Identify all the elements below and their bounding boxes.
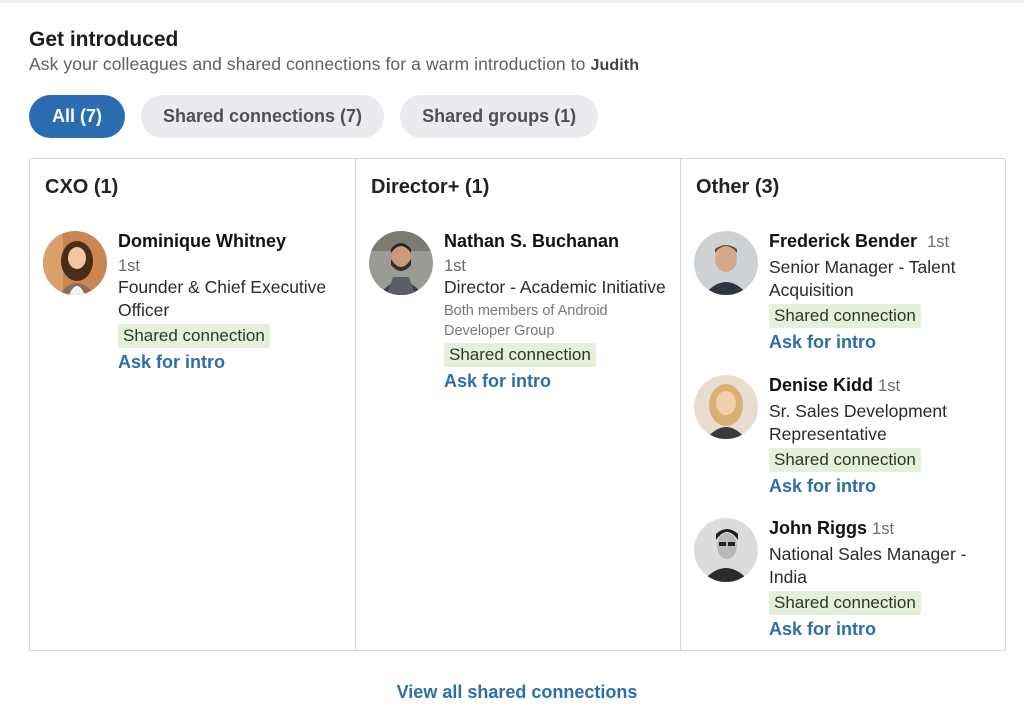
avatar[interactable] [694,231,758,295]
person-info: Frederick Bender 1st Senior Manager - Ta… [769,231,994,354]
person-role: Senior Manager - Talent Acquisition [769,257,956,300]
person-role: National Sales Manager - India [769,544,967,587]
filter-tabs: All (7) Shared connections (7) Shared gr… [29,95,599,138]
column-title: Other (3) [696,176,780,198]
connection-degree: 1st [118,257,141,275]
person-info: Nathan S. Buchanan 1st Director - Academ… [444,231,669,393]
avatar[interactable] [694,518,758,582]
person-role: Director - Academic Initiative [444,277,666,297]
person-info: Denise Kidd 1st Sr. Sales Development Re… [769,375,994,498]
connection-degree: 1st [878,377,901,395]
section-subtitle: Ask your colleagues and shared connectio… [29,54,639,75]
column-other: Other (3) Frederick Bender 1st Senior Ma… [681,159,1005,650]
connection-degree: 1st [444,257,467,275]
column-cxo: CXO (1) Dominique Whitney 1st Founder & … [30,159,356,650]
person-name-row: John Riggs 1st [769,518,994,540]
shared-connection-badge: Shared connection [769,591,921,615]
person-name[interactable]: Dominique Whitney [118,231,343,252]
avatar[interactable] [369,231,433,295]
section-title: Get introduced [29,28,179,51]
person-name[interactable]: Denise Kidd [769,375,873,395]
shared-group-note: Both members of Android Developer Group [444,303,608,339]
view-all-shared-connections-link[interactable]: View all shared connections [0,682,1024,703]
person-role: Founder & Chief Executive Officer [118,277,327,320]
top-divider [0,0,1024,3]
target-name: Judith [590,57,640,74]
person-name-row: Frederick Bender 1st [769,231,994,253]
shared-connection-badge: Shared connection [769,304,921,328]
person-role: Sr. Sales Development Representative [769,401,948,444]
ask-for-intro-link[interactable]: Ask for intro [769,330,994,354]
avatar[interactable] [43,231,107,295]
shared-connection-badge: Shared connection [118,324,270,348]
avatar[interactable] [694,375,758,439]
ask-for-intro-link[interactable]: Ask for intro [118,350,343,374]
ask-for-intro-link[interactable]: Ask for intro [769,474,994,498]
tab-shared-connections[interactable]: Shared connections (7) [141,95,385,138]
person-name[interactable]: John Riggs [769,518,867,538]
ask-for-intro-link[interactable]: Ask for intro [769,617,994,641]
subtitle-text: Ask your colleagues and shared connectio… [29,54,591,74]
person-info: Dominique Whitney 1st Founder & Chief Ex… [118,231,343,374]
tab-shared-groups[interactable]: Shared groups (1) [400,95,599,138]
person-name[interactable]: Frederick Bender [769,231,917,251]
shared-connection-badge: Shared connection [769,448,921,472]
column-title: Director+ (1) [371,176,490,198]
person-info: John Riggs 1st National Sales Manager - … [769,518,994,641]
column-director: Director+ (1) Nathan S. Buchanan 1st Dir… [356,159,681,650]
connection-degree: 1st [872,520,895,538]
introductions-panel: CXO (1) Dominique Whitney 1st Founder & … [29,158,1006,651]
person-name-row: Denise Kidd 1st [769,375,994,397]
tab-all[interactable]: All (7) [29,95,126,138]
ask-for-intro-link[interactable]: Ask for intro [444,369,669,393]
connection-degree: 1st [927,233,950,251]
column-title: CXO (1) [45,176,119,198]
shared-connection-badge: Shared connection [444,343,596,367]
person-name[interactable]: Nathan S. Buchanan [444,231,669,252]
